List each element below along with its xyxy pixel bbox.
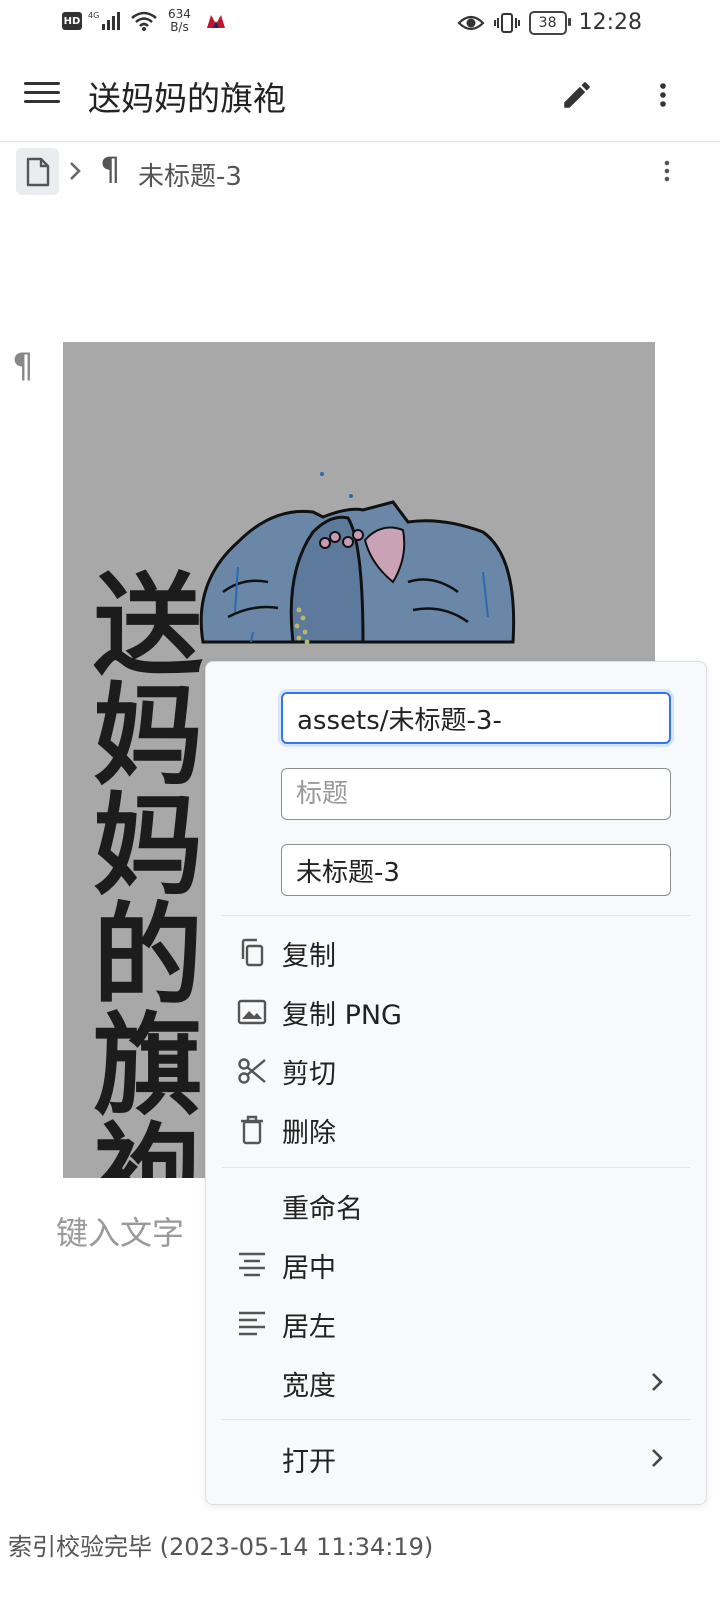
file-icon [26, 157, 49, 186]
menu-icon [24, 82, 60, 85]
chevron-right-icon [652, 1449, 663, 1467]
more-vert-icon [660, 83, 666, 107]
delete-item[interactable]: 删除 [206, 1102, 706, 1158]
status-bar: HD 4G 634 B/s 38 12:28 [0, 0, 720, 48]
artwork-calligraphy: 送妈妈的旗袍 [74, 567, 203, 1178]
index-status-text: 索引校验完毕 (2023-05-14 11:34:19) [8, 1533, 434, 1561]
image-icon [236, 996, 268, 1028]
chevron-right-icon [70, 162, 81, 180]
align-left-label: 居左 [282, 1312, 336, 1343]
eye-comfort-icon [457, 15, 485, 30]
align-center-label: 居中 [282, 1253, 336, 1284]
copy-png-item[interactable]: 复制 PNG [206, 984, 706, 1040]
align-left-icon [236, 1308, 268, 1340]
copy-label: 复制 [282, 941, 336, 972]
text-input-placeholder[interactable]: 键入文字 [56, 1208, 184, 1254]
scissors-icon [236, 1055, 268, 1087]
status-right: 38 12:28 [457, 10, 642, 35]
breadcrumb: ¶ 未标题-3 [0, 142, 720, 204]
more-vert-icon [664, 160, 670, 182]
align-left-item[interactable]: 居左 [206, 1296, 706, 1352]
asset-path-input[interactable] [281, 692, 671, 744]
menu-button[interactable] [24, 78, 60, 108]
menu-divider [222, 1419, 690, 1420]
clock: 12:28 [578, 10, 642, 35]
menu-divider [222, 1167, 690, 1168]
menu-divider [222, 915, 690, 916]
breadcrumb-block-label[interactable]: 未标题-3 [138, 156, 242, 193]
cut-item[interactable]: 剪切 [206, 1043, 706, 1099]
battery-indicator: 38 [528, 10, 571, 35]
edit-button[interactable] [556, 74, 598, 116]
title-input[interactable] [281, 768, 671, 820]
copy-png-label: 复制 PNG [282, 1000, 402, 1031]
paragraph-icon: ¶ [100, 150, 121, 188]
trash-icon [236, 1114, 268, 1146]
delete-label: 删除 [282, 1118, 336, 1149]
more-options-button[interactable] [642, 74, 684, 116]
rename-label: 重命名 [282, 1194, 363, 1225]
open-item[interactable]: 打开 [206, 1431, 706, 1487]
width-item[interactable]: 宽度 [206, 1355, 706, 1411]
hd-badge: HD [62, 12, 82, 30]
page-title: 送妈妈的旗袍 [88, 79, 286, 118]
app-bar: 送妈妈的旗袍 [0, 48, 720, 142]
app-notification-icon [206, 15, 225, 28]
cut-label: 剪切 [282, 1059, 336, 1090]
pencil-icon [564, 82, 590, 108]
document-button[interactable] [16, 148, 59, 195]
width-label: 宽度 [282, 1371, 336, 1402]
open-label: 打开 [282, 1447, 336, 1478]
network-speed: 634 B/s [168, 8, 191, 34]
block-paragraph-icon[interactable]: ¶ [12, 346, 34, 386]
rename-item[interactable]: 重命名 [206, 1178, 706, 1234]
breadcrumb-more-button[interactable] [650, 154, 684, 188]
wifi-icon [131, 11, 157, 31]
chevron-right-icon [652, 1373, 663, 1391]
net-type-label: 4G [88, 11, 99, 20]
copy-item[interactable]: 复制 [206, 925, 706, 981]
cellular-signal-icon: 4G [88, 11, 120, 30]
speed-unit: B/s [170, 20, 189, 34]
align-center-icon [236, 1249, 268, 1281]
copy-icon [236, 937, 268, 969]
name-input[interactable] [281, 844, 671, 896]
vibrate-icon [493, 12, 520, 33]
status-left: HD 4G 634 B/s [62, 8, 227, 34]
image-context-menu: 复制 复制 PNG 剪切 删除 重命名 居中 居左 宽度 [205, 661, 707, 1505]
align-center-item[interactable]: 居中 [206, 1237, 706, 1293]
